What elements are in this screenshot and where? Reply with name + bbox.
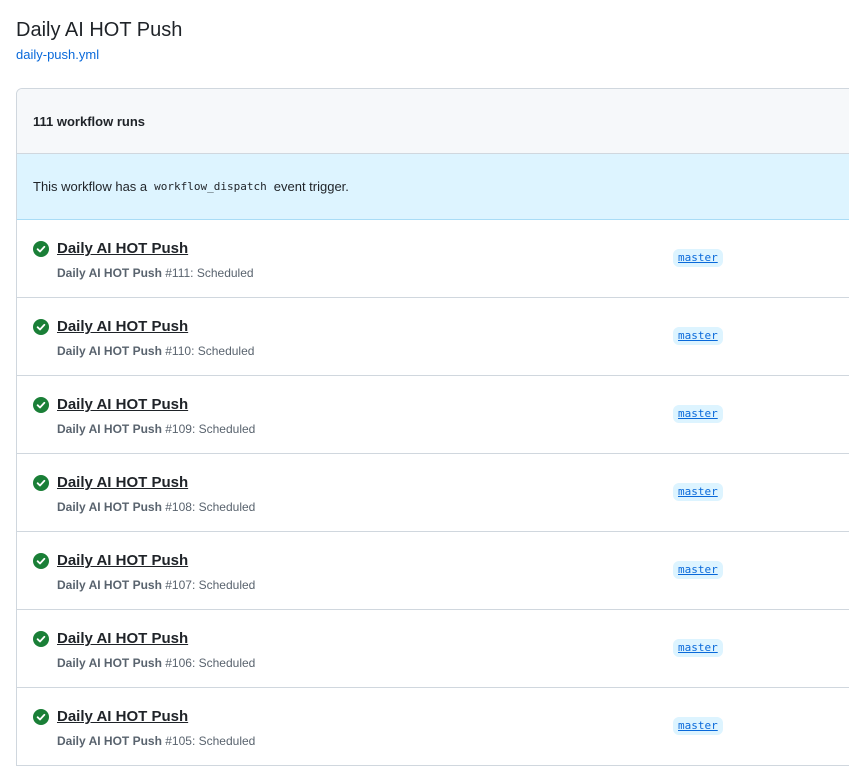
run-number: #106 — [165, 656, 192, 670]
run-workflow-name: Daily AI HOT Push — [57, 266, 162, 280]
run-workflow-name: Daily AI HOT Push — [57, 734, 162, 748]
run-event: : Scheduled — [191, 500, 256, 514]
run-number: #111 — [165, 266, 191, 280]
check-circle-fill-icon — [33, 631, 49, 647]
run-title-link[interactable]: Daily AI HOT Push — [57, 629, 188, 649]
run-event: : Scheduled — [191, 344, 255, 358]
run-row[interactable]: Daily AI HOT Push Daily AI HOT Push #105… — [17, 688, 849, 766]
check-circle-fill-icon — [33, 319, 49, 335]
run-title-link[interactable]: Daily AI HOT Push — [57, 551, 188, 571]
run-title-link[interactable]: Daily AI HOT Push — [57, 707, 188, 727]
workflow-runs-page: Daily AI HOT Push daily-push.yml 111 wor… — [0, 0, 849, 766]
run-meta: Daily AI HOT Push #106: Scheduled — [57, 655, 255, 671]
run-row[interactable]: Daily AI HOT Push Daily AI HOT Push #106… — [17, 610, 849, 688]
workflow-file-link[interactable]: daily-push.yml — [16, 46, 99, 64]
run-title-link[interactable]: Daily AI HOT Push — [57, 239, 188, 259]
run-workflow-name: Daily AI HOT Push — [57, 500, 162, 514]
run-row[interactable]: Daily AI HOT Push Daily AI HOT Push #110… — [17, 298, 849, 376]
run-workflow-name: Daily AI HOT Push — [57, 578, 162, 592]
check-circle-fill-icon — [33, 397, 49, 413]
runs-count: 111 workflow runs — [33, 113, 145, 129]
branch-badge[interactable]: master — [673, 717, 723, 735]
run-event: : Scheduled — [191, 734, 256, 748]
run-meta: Daily AI HOT Push #108: Scheduled — [57, 499, 255, 515]
run-workflow-name: Daily AI HOT Push — [57, 344, 162, 358]
run-meta: Daily AI HOT Push #105: Scheduled — [57, 733, 255, 749]
run-number: #107 — [165, 578, 192, 592]
run-row[interactable]: Daily AI HOT Push Daily AI HOT Push #107… — [17, 532, 849, 610]
run-meta: Daily AI HOT Push #109: Scheduled — [57, 421, 255, 437]
page-title: Daily AI HOT Push — [16, 19, 183, 41]
runs-header: 111 workflow runs — [17, 89, 849, 154]
workflow-runs-box: 111 workflow runs This workflow has a wo… — [16, 88, 849, 766]
run-title-link[interactable]: Daily AI HOT Push — [57, 395, 188, 415]
run-row[interactable]: Daily AI HOT Push Daily AI HOT Push #111… — [17, 220, 849, 298]
branch-badge[interactable]: master — [673, 249, 723, 267]
dispatch-banner-code: workflow_dispatch — [154, 180, 267, 193]
run-meta: Daily AI HOT Push #110: Scheduled — [57, 343, 254, 359]
run-row[interactable]: Daily AI HOT Push Daily AI HOT Push #109… — [17, 376, 849, 454]
run-number: #108 — [165, 500, 192, 514]
branch-badge[interactable]: master — [673, 327, 723, 345]
check-circle-fill-icon — [33, 241, 49, 257]
run-event: : Scheduled — [191, 422, 256, 436]
check-circle-fill-icon — [33, 475, 49, 491]
run-workflow-name: Daily AI HOT Push — [57, 656, 162, 670]
run-workflow-name: Daily AI HOT Push — [57, 422, 162, 436]
run-title-link[interactable]: Daily AI HOT Push — [57, 317, 188, 337]
runs-list: Daily AI HOT Push Daily AI HOT Push #111… — [17, 220, 849, 766]
run-row[interactable]: Daily AI HOT Push Daily AI HOT Push #108… — [17, 454, 849, 532]
run-number: #110 — [165, 344, 192, 358]
branch-badge[interactable]: master — [673, 405, 723, 423]
check-circle-fill-icon — [33, 553, 49, 569]
dispatch-banner-suffix: event trigger. — [273, 179, 349, 194]
dispatch-banner: This workflow has a workflow_dispatch ev… — [17, 154, 849, 220]
branch-badge[interactable]: master — [673, 483, 723, 501]
branch-badge[interactable]: master — [673, 639, 723, 657]
run-event: : Scheduled — [190, 266, 254, 280]
dispatch-banner-prefix: This workflow has a — [33, 179, 148, 194]
run-title-link[interactable]: Daily AI HOT Push — [57, 473, 188, 493]
run-event: : Scheduled — [191, 578, 256, 592]
branch-badge[interactable]: master — [673, 561, 723, 579]
run-meta: Daily AI HOT Push #111: Scheduled — [57, 265, 254, 281]
run-event: : Scheduled — [191, 656, 256, 670]
run-number: #109 — [165, 422, 192, 436]
check-circle-fill-icon — [33, 709, 49, 725]
run-number: #105 — [165, 734, 192, 748]
run-meta: Daily AI HOT Push #107: Scheduled — [57, 577, 255, 593]
